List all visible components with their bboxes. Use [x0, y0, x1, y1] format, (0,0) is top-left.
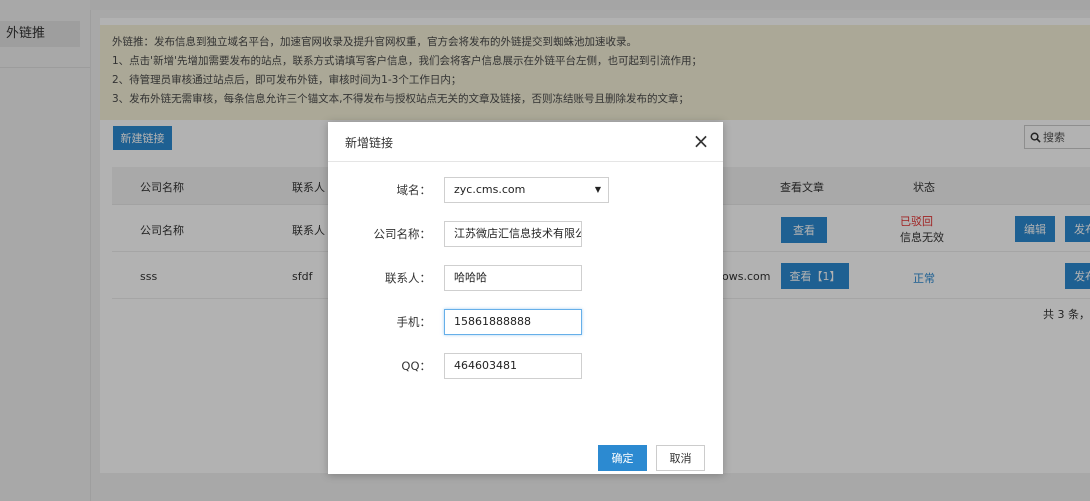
- new-link-dialog: 新增链接 × 域名： zyc.cms.com ▼ 公司名称： 江苏微店汇信息技术…: [328, 122, 723, 474]
- domain-select-value: zyc.cms.com: [454, 183, 526, 196]
- qq-label: QQ：: [401, 359, 431, 373]
- phone-field[interactable]: 15861888888: [444, 309, 582, 335]
- confirm-button[interactable]: 确定: [598, 445, 647, 471]
- phone-label: 手机：: [396, 315, 432, 329]
- contact-field[interactable]: 哈哈哈: [444, 265, 582, 291]
- contact-label: 联系人：: [385, 271, 431, 285]
- domain-select[interactable]: zyc.cms.com ▼: [444, 177, 609, 203]
- chevron-down-icon: ▼: [594, 185, 601, 194]
- close-icon[interactable]: ×: [691, 130, 711, 152]
- domain-label: 域名：: [396, 183, 432, 197]
- company-label: 公司名称：: [373, 227, 432, 241]
- cancel-button[interactable]: 取消: [656, 445, 705, 471]
- company-name-field[interactable]: 江苏微店汇信息技术有限公司: [444, 221, 582, 247]
- dialog-title: 新增链接: [345, 136, 394, 150]
- dialog-header: 新增链接 ×: [328, 122, 723, 162]
- qq-field[interactable]: 464603481: [444, 353, 582, 379]
